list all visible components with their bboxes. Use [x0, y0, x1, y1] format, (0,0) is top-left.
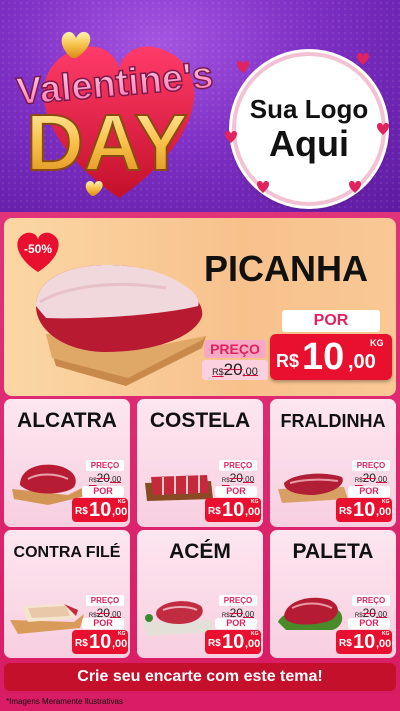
hero-price-prefix: R$ — [276, 351, 300, 371]
new-price: R$ 10 ,00 KG — [72, 498, 128, 522]
new-price: R$ 10 ,00 KG — [72, 630, 128, 654]
old-price: R$20,00 — [354, 471, 388, 485]
product-card-paleta[interactable]: PALETA PREÇO R$20,00 POR R$ 10 ,00 KG — [270, 530, 396, 658]
discount-badge: -50% — [12, 230, 64, 274]
por-label: POR — [215, 618, 257, 629]
header-banner: Valentine's DAY Sua Logo Aqui — [0, 0, 400, 212]
preco-label: PREÇO — [219, 595, 257, 606]
product-card-alcatra[interactable]: ALCATRA PREÇO R$20,00 POR R$ 10 ,00 KG — [4, 399, 130, 527]
hero-por-label: POR — [282, 310, 380, 332]
hero-price-cents: ,00 — [348, 351, 376, 373]
valentines-title-art: Valentine's DAY — [14, 31, 216, 198]
hero-old-price-prefix: R$ — [212, 367, 224, 377]
por-label: POR — [82, 618, 124, 629]
hero-preco-label: PREÇO — [204, 340, 266, 358]
por-label: POR — [215, 486, 257, 497]
new-price: R$ 10 ,00 KG — [336, 498, 392, 522]
disclaimer-text: *Imagens Meramente Ilustrativas — [6, 697, 123, 706]
hero-product-name: PICANHA — [204, 248, 369, 289]
contra-file-image — [10, 604, 84, 634]
old-price: R$20,00 — [221, 471, 255, 485]
new-price: R$ 10 ,00 KG — [205, 498, 261, 522]
hero-old-price-cents: ,00 — [242, 366, 258, 378]
preco-label: PREÇO — [352, 460, 390, 471]
discount-badge-text: -50% — [23, 242, 52, 256]
product-name: PALETA — [292, 540, 374, 563]
por-label: POR — [348, 486, 390, 497]
title-line2: DAY — [26, 98, 188, 187]
product-card-acem[interactable]: ACÉM PREÇO R$20,00 POR R$ 10 ,00 KG — [137, 530, 263, 658]
cta-banner[interactable]: Crie seu encarte com este tema! — [4, 663, 396, 691]
hero-price-unit: KG — [370, 338, 384, 348]
new-price: R$ 10 ,00 KG — [336, 630, 392, 654]
por-label: POR — [82, 486, 124, 497]
product-name: CONTRA FILÉ — [13, 544, 121, 561]
paleta-image — [278, 597, 343, 630]
preco-label: PREÇO — [352, 595, 390, 606]
hero-old-price: R$20,00 — [202, 360, 268, 380]
preco-label: PREÇO — [86, 595, 124, 606]
cta-text: Crie seu encarte com este tema! — [77, 668, 323, 685]
product-card-fraldinha[interactable]: FRALDINHA PREÇO R$20,00 POR R$ 10 ,00 KG — [270, 399, 396, 527]
hero-card-picanha[interactable]: -50% PICANHA PREÇO R$20,00 POR R$ 10 ,00… — [4, 218, 396, 396]
product-card-contra-file[interactable]: CONTRA FILÉ PREÇO R$20,00 POR R$ 10 ,00 … — [4, 530, 130, 658]
product-name: ACÉM — [169, 540, 231, 563]
preco-label: PREÇO — [86, 460, 124, 471]
logo-hearts-decoration — [225, 53, 389, 193]
hero-new-price: R$ 10 ,00 KG — [270, 334, 392, 380]
hero-old-price-value: 20 — [223, 360, 243, 379]
product-name: COSTELA — [149, 409, 251, 432]
product-name: FRALDINHA — [280, 411, 386, 431]
hero-price-value: 10 — [302, 336, 345, 378]
product-card-costela[interactable]: COSTELA PREÇO R$20,00 POR R$ 10 ,00 KG — [137, 399, 263, 527]
old-price: R$20,00 — [88, 471, 122, 485]
por-label: POR — [348, 618, 390, 629]
preco-label: PREÇO — [219, 460, 257, 471]
new-price: R$ 10 ,00 KG — [205, 630, 261, 654]
product-name: ALCATRA — [17, 409, 117, 432]
